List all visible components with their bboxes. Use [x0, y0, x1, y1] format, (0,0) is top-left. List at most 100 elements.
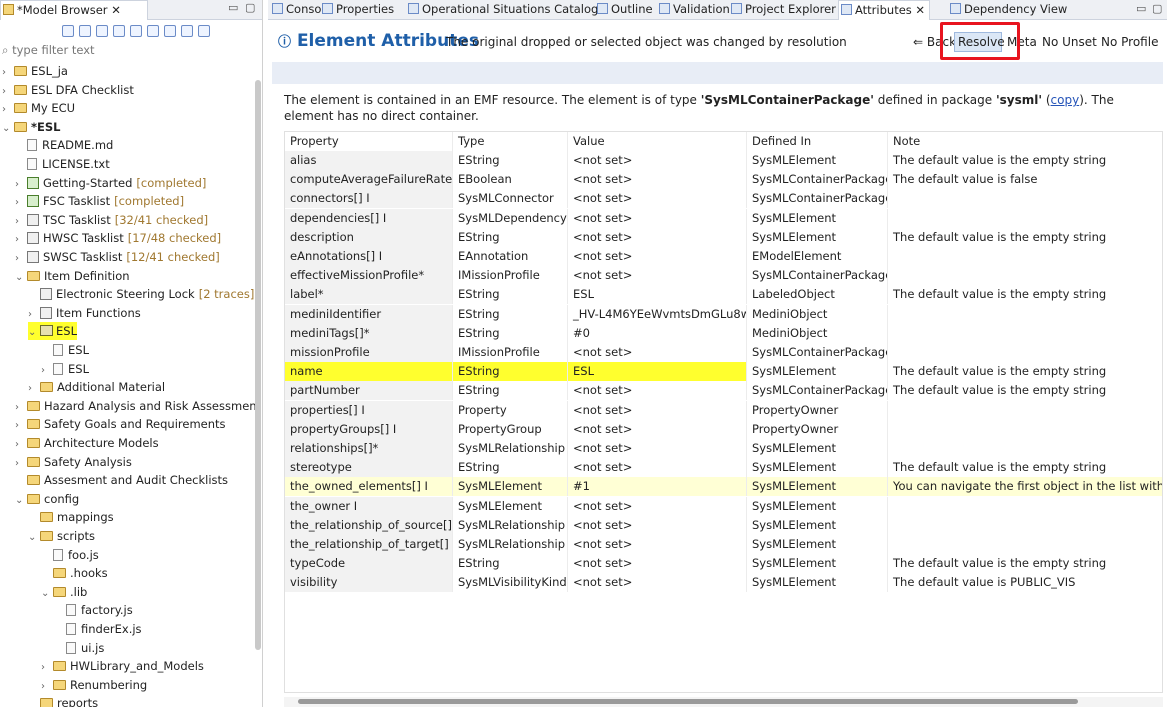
chevron-right-icon[interactable]: ›	[28, 306, 40, 324]
chevron-right-icon[interactable]: ›	[15, 194, 27, 212]
tree-item[interactable]: › FSC Tasklist [completed]	[15, 192, 184, 210]
tab-operational-situations-catalogs[interactable]: Operational Situations Catalogs	[406, 0, 608, 20]
tree-item[interactable]: .hooks	[41, 564, 108, 582]
tree-item[interactable]: › Hazard Analysis and Risk Assessment	[15, 397, 261, 415]
tree-item[interactable]: foo.js	[41, 546, 99, 564]
chevron-right-icon[interactable]: ›	[15, 176, 27, 194]
chevron-down-icon[interactable]: ⌄	[2, 120, 14, 138]
no-unset-button[interactable]: No Unset	[1042, 35, 1097, 49]
table-row[interactable]: computeAverageFailureRates EBoolean <not s…	[285, 170, 1162, 190]
chevron-right-icon[interactable]: ›	[15, 250, 27, 268]
column-header[interactable]: Defined In	[747, 132, 888, 151]
table-row[interactable]: effectiveMissionProfile* IMissionProfile <…	[285, 266, 1162, 286]
tree-item[interactable]: finderEx.js	[54, 620, 142, 638]
maximize-icon[interactable]: ▢	[1152, 2, 1162, 15]
chevron-right-icon[interactable]: ›	[28, 380, 40, 398]
chevron-right-icon[interactable]: ›	[41, 659, 53, 677]
chevron-right-icon[interactable]: ›	[15, 455, 27, 473]
table-row[interactable]: eAnnotations[] I EAnnotation <not set> EMod…	[285, 247, 1162, 266]
chevron-right-icon[interactable]: ›	[41, 678, 53, 696]
tab-properties[interactable]: Properties	[320, 0, 398, 20]
tab-dependency-view[interactable]: Dependency View	[948, 0, 1071, 20]
tree-item[interactable]: › Architecture Models	[15, 434, 159, 452]
table-row[interactable]: stereotype EString <not set> SysMLElement Th…	[285, 458, 1162, 478]
tree-item[interactable]: Electronic Steering Lock [2 traces]	[28, 285, 254, 303]
tree-item[interactable]: › Safety Goals and Requirements	[15, 415, 226, 433]
tree-item[interactable]: ⌄ Item Definition	[15, 267, 130, 285]
table-row[interactable]: typeCode EString <not set> SysMLElement The …	[285, 554, 1162, 574]
tree-item[interactable]: LICENSE.txt	[15, 155, 110, 173]
minimize-icon[interactable]: ▭	[1136, 2, 1146, 15]
chevron-right-icon[interactable]: ›	[41, 362, 53, 380]
back-arrow-icon[interactable]	[130, 24, 142, 37]
horizontal-scrollbar[interactable]	[284, 697, 1163, 707]
no-profile-button[interactable]: No Profile	[1101, 35, 1158, 49]
table-row[interactable]: the_relationship_of_source[] SysMLRelatio…	[285, 515, 1162, 535]
tree-item[interactable]: ui.js	[54, 639, 104, 657]
sort-icon[interactable]	[181, 24, 193, 37]
column-header[interactable]: Property	[285, 132, 453, 151]
table-row[interactable]: missionProfile IMissionProfile <not set> Sy…	[285, 343, 1162, 362]
column-header[interactable]: Value	[568, 132, 747, 151]
tree-item[interactable]: › My ECU	[2, 99, 75, 117]
tree-item[interactable]: ESL	[41, 341, 89, 359]
tree-item[interactable]: › Item Functions	[28, 304, 141, 322]
table-row[interactable]: partNumber EString <not set> SysMLContainer…	[285, 381, 1162, 401]
tree-item[interactable]: ⌄ scripts	[28, 527, 95, 545]
close-icon[interactable]: ✕	[912, 3, 925, 17]
tree-item[interactable]: › ESL	[41, 360, 89, 378]
close-icon[interactable]: ✕	[111, 3, 121, 17]
chevron-right-icon[interactable]: ›	[15, 417, 27, 435]
tab-validation[interactable]: Validation	[657, 0, 734, 20]
copy-link[interactable]: copy	[1051, 93, 1080, 107]
table-row[interactable]: propertyGroups[] I PropertyGroup <not set>…	[285, 419, 1162, 439]
tree-item[interactable]: › HWLibrary_and_Models	[41, 657, 204, 675]
tree-item[interactable]: README.md	[15, 136, 113, 154]
pin-icon[interactable]	[198, 24, 210, 37]
tab-project-explorer[interactable]: Project Explorer	[729, 0, 840, 20]
chevron-down-icon[interactable]: ⌄	[28, 324, 40, 342]
vertical-scrollbar[interactable]	[255, 80, 261, 650]
column-header[interactable]: Type	[453, 132, 568, 151]
tree-item[interactable]: ⌄ *ESL	[2, 118, 60, 136]
chevron-right-icon[interactable]: ›	[2, 64, 14, 82]
chevron-down-icon[interactable]: ⌄	[15, 269, 27, 287]
filter-icon[interactable]	[164, 24, 176, 37]
tree-item[interactable]: › SWSC Tasklist [12/41 checked]	[15, 248, 220, 266]
table-row[interactable]: label* EString ESL LabeledObject The default…	[285, 285, 1162, 305]
forward-arrow-icon[interactable]	[147, 24, 159, 37]
filter-input[interactable]: ⌕ type filter text	[2, 40, 257, 60]
table-row[interactable]: alias EString <not set> SysMLElement The def…	[285, 151, 1162, 170]
tree-item[interactable]: › Renumbering	[41, 676, 147, 694]
chevron-down-icon[interactable]: ⌄	[28, 529, 40, 547]
tree-item[interactable]: ⌄ .lib	[41, 583, 87, 601]
chevron-right-icon[interactable]: ›	[15, 231, 27, 249]
tree-item[interactable]: › Safety Analysis	[15, 453, 132, 471]
table-row[interactable]: connectors[] I SysMLConnector <not set> Sys…	[285, 189, 1162, 209]
expand-all-icon[interactable]	[62, 24, 74, 37]
tree-item[interactable]: › ESL DFA Checklist	[2, 81, 134, 99]
table-row[interactable]: relationships[]* SysMLRelationship <not se…	[285, 439, 1162, 458]
chevron-right-icon[interactable]: ›	[15, 436, 27, 454]
tree-item[interactable]: reports	[28, 694, 98, 707]
tree-item[interactable]: Assesment and Audit Checklists	[15, 471, 228, 489]
tab-model-browser[interactable]: *Model Browser ✕	[0, 0, 148, 20]
tree-item[interactable]: › TSC Tasklist [32/41 checked]	[15, 211, 208, 229]
tab-attributes[interactable]: Attributes ✕	[838, 0, 931, 20]
scrollbar-thumb[interactable]	[298, 699, 1078, 704]
chevron-right-icon[interactable]: ›	[2, 101, 14, 119]
table-row[interactable]: the_owner I SysMLElement <not set> SysMLEle…	[285, 496, 1162, 516]
table-row[interactable]: the_owned_elements[] I SysMLElement #1 SysM…	[285, 477, 1162, 497]
table-row[interactable]: mediniTags[]* EString #0 MediniObject	[285, 323, 1162, 343]
tree-item[interactable]: factory.js	[54, 601, 133, 619]
table-row[interactable]: description EString <not set> SysMLElement T…	[285, 227, 1162, 247]
tree-item[interactable]: › Additional Material	[28, 378, 165, 396]
home-icon[interactable]	[113, 24, 125, 37]
table-row[interactable]: visibility SysMLVisibilityKind <not set> Sy…	[285, 573, 1162, 593]
tab-outline[interactable]: Outline	[595, 0, 657, 20]
tree-item[interactable]: › ESL_ja	[2, 62, 68, 80]
tree-item[interactable]: › HWSC Tasklist [17/48 checked]	[15, 229, 221, 247]
chevron-down-icon[interactable]: ⌄	[41, 585, 53, 603]
tree-item[interactable]: ⌄ ESL	[28, 322, 77, 342]
column-header[interactable]: Note	[888, 132, 1162, 151]
